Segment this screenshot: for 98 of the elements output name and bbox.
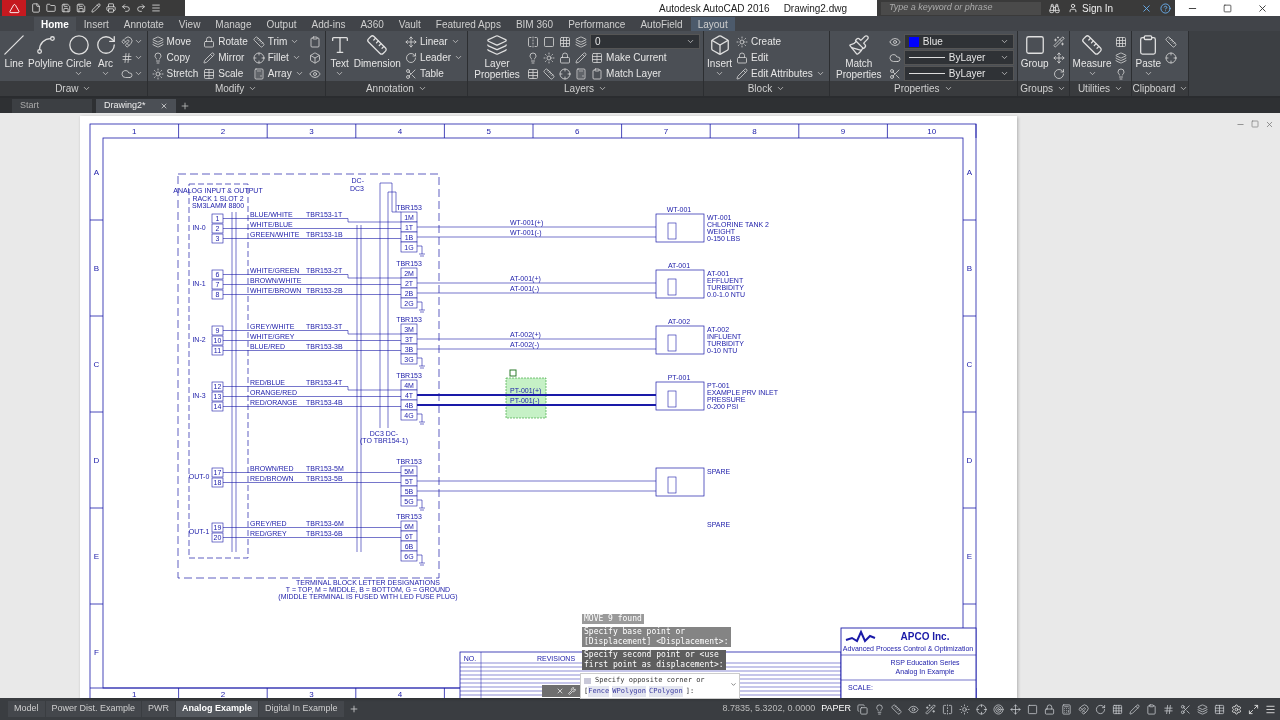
- panel-title[interactable]: Layers: [468, 81, 704, 96]
- grid-number: 10: [927, 127, 937, 136]
- ribbon-tab[interactable]: Performance: [561, 17, 633, 31]
- ribbon-tab[interactable]: Featured Apps: [428, 17, 508, 31]
- panel-title[interactable]: Annotation: [325, 81, 468, 96]
- space-toggle[interactable]: PAPER: [821, 702, 851, 716]
- grid-letter: E: [966, 552, 973, 561]
- grid-number: 2: [220, 127, 226, 136]
- grid-number: 9: [840, 127, 846, 136]
- grid-number: 3: [309, 127, 314, 136]
- ribbon-tab[interactable]: Vault: [391, 17, 428, 31]
- command-history: Specify base point or [Displacement] <Displacement>:: [582, 627, 731, 647]
- ribbon-tab[interactable]: AutoField: [633, 17, 690, 31]
- grid-number: 2: [220, 690, 226, 698]
- grid-letter: D: [966, 456, 973, 465]
- panel-title[interactable]: Clipboard: [1132, 81, 1189, 96]
- grid-number: 3: [309, 690, 314, 698]
- tool-button[interactable]: Mirror: [202, 50, 249, 65]
- panel-title[interactable]: Draw: [0, 81, 147, 96]
- large-tool-button[interactable]: Dimension: [353, 34, 401, 69]
- tool-button[interactable]: Edit: [735, 50, 826, 65]
- tool-button[interactable]: Match Layer: [590, 66, 663, 81]
- grid-number: 1: [132, 127, 137, 136]
- tool-button[interactable]: Edit Attributes: [735, 66, 826, 81]
- large-tool-button[interactable]: Group: [1020, 34, 1049, 69]
- panel-title[interactable]: Utilities: [1069, 81, 1132, 96]
- ribbon-tab[interactable]: BIM 360: [508, 17, 561, 31]
- panel-title[interactable]: Modify: [147, 81, 325, 96]
- grid-letter: F: [94, 648, 99, 657]
- panel-title[interactable]: Properties: [829, 81, 1017, 96]
- dropdown[interactable]: 0: [590, 34, 701, 49]
- sheet-tab[interactable]: PWR: [142, 701, 176, 717]
- grid-number: 6: [575, 127, 580, 136]
- large-tool-button[interactable]: Text: [328, 34, 351, 78]
- dropdown[interactable]: ByLayer: [903, 50, 1014, 65]
- large-tool-button[interactable]: Circle: [66, 34, 92, 78]
- ribbon-tab[interactable]: View: [171, 17, 208, 31]
- grid-letter: A: [966, 168, 973, 177]
- tool-button[interactable]: Make Current: [590, 50, 668, 65]
- tool-button[interactable]: Array: [251, 66, 305, 81]
- large-tool-button[interactable]: Match Properties: [832, 34, 885, 80]
- grid-letter: C: [966, 360, 973, 369]
- tool-button[interactable]: Create: [735, 34, 826, 49]
- grid-number: 5: [486, 127, 491, 136]
- large-tool-button[interactable]: Paste: [1135, 34, 1162, 78]
- ribbon-tab[interactable]: Layout: [690, 17, 735, 31]
- ribbon-tab[interactable]: A360: [353, 17, 391, 31]
- coordinates: 8.7835, 5.3202, 0.0000: [722, 702, 816, 716]
- grid-letter: D: [93, 456, 100, 465]
- large-tool-button[interactable]: Layer Properties: [471, 34, 524, 80]
- file-tab[interactable]: Start: [12, 99, 92, 113]
- sheet-tab[interactable]: Analog Example: [176, 701, 259, 717]
- app-title: Autodesk AutoCAD 2016: [659, 1, 770, 16]
- ribbon-tab[interactable]: Insert: [76, 17, 116, 31]
- ribbon-tab[interactable]: Home: [34, 17, 76, 31]
- ribbon-tab[interactable]: Add-ins: [304, 17, 353, 31]
- panel-title[interactable]: Groups: [1017, 81, 1069, 96]
- dropdown[interactable]: ByLayer: [903, 66, 1014, 81]
- large-tool-button[interactable]: Arc: [94, 34, 117, 78]
- grid-letter: A: [93, 168, 100, 177]
- ribbon-tab[interactable]: Annotate: [116, 17, 171, 31]
- tool-button[interactable]: Scale: [202, 66, 249, 81]
- command-history: MOVE 9 found: [582, 614, 644, 624]
- sheet-tab[interactable]: Digital In Example: [259, 701, 344, 717]
- sheet-tab[interactable]: Power Dist. Example: [45, 701, 142, 717]
- tool-button[interactable]: Stretch: [150, 66, 200, 81]
- large-tool-button[interactable]: Measure: [1072, 34, 1112, 78]
- company-name: APCO Inc.: [900, 631, 950, 642]
- tool-button[interactable]: Trim: [251, 34, 305, 49]
- sign-in-button[interactable]: Sign In: [1068, 0, 1114, 16]
- tool-button[interactable]: Move: [150, 34, 200, 49]
- file-tab[interactable]: Drawing2*: [96, 99, 176, 113]
- tool-button[interactable]: Rotate: [202, 34, 249, 49]
- large-tool-button[interactable]: Insert: [707, 34, 733, 78]
- grid-letter: E: [93, 552, 100, 561]
- grid-letter: B: [966, 264, 973, 273]
- ribbon-tab[interactable]: Manage: [208, 17, 259, 31]
- tool-button[interactable]: Copy: [150, 50, 200, 65]
- grid-number: 4: [397, 690, 403, 698]
- ribbon-tab[interactable]: Output: [259, 17, 304, 31]
- tool-button[interactable]: Table: [403, 66, 465, 81]
- tool-button[interactable]: Leader: [403, 50, 465, 65]
- grid-number: 8: [752, 127, 757, 136]
- tool-button[interactable]: Linear: [403, 34, 465, 49]
- panel-title[interactable]: Block: [704, 81, 829, 96]
- command-history: Specify second point or <use first point as displacement>:: [582, 650, 726, 670]
- grid-letter: C: [93, 360, 100, 369]
- file-title: Drawing2.dwg: [783, 1, 847, 16]
- search-field[interactable]: Type a keyword or phrase: [881, 1, 1041, 15]
- tool-button[interactable]: Fillet: [251, 50, 305, 65]
- large-tool-button[interactable]: Polyline: [28, 34, 64, 69]
- grid-letter: B: [93, 264, 100, 273]
- grid-number: 7: [663, 127, 669, 136]
- grid-number: 4: [397, 127, 403, 136]
- large-tool-button[interactable]: Line: [3, 34, 25, 69]
- sheet-tab[interactable]: Model: [8, 701, 45, 717]
- grid-number: 1: [132, 690, 137, 698]
- dropdown[interactable]: Blue: [903, 34, 1014, 49]
